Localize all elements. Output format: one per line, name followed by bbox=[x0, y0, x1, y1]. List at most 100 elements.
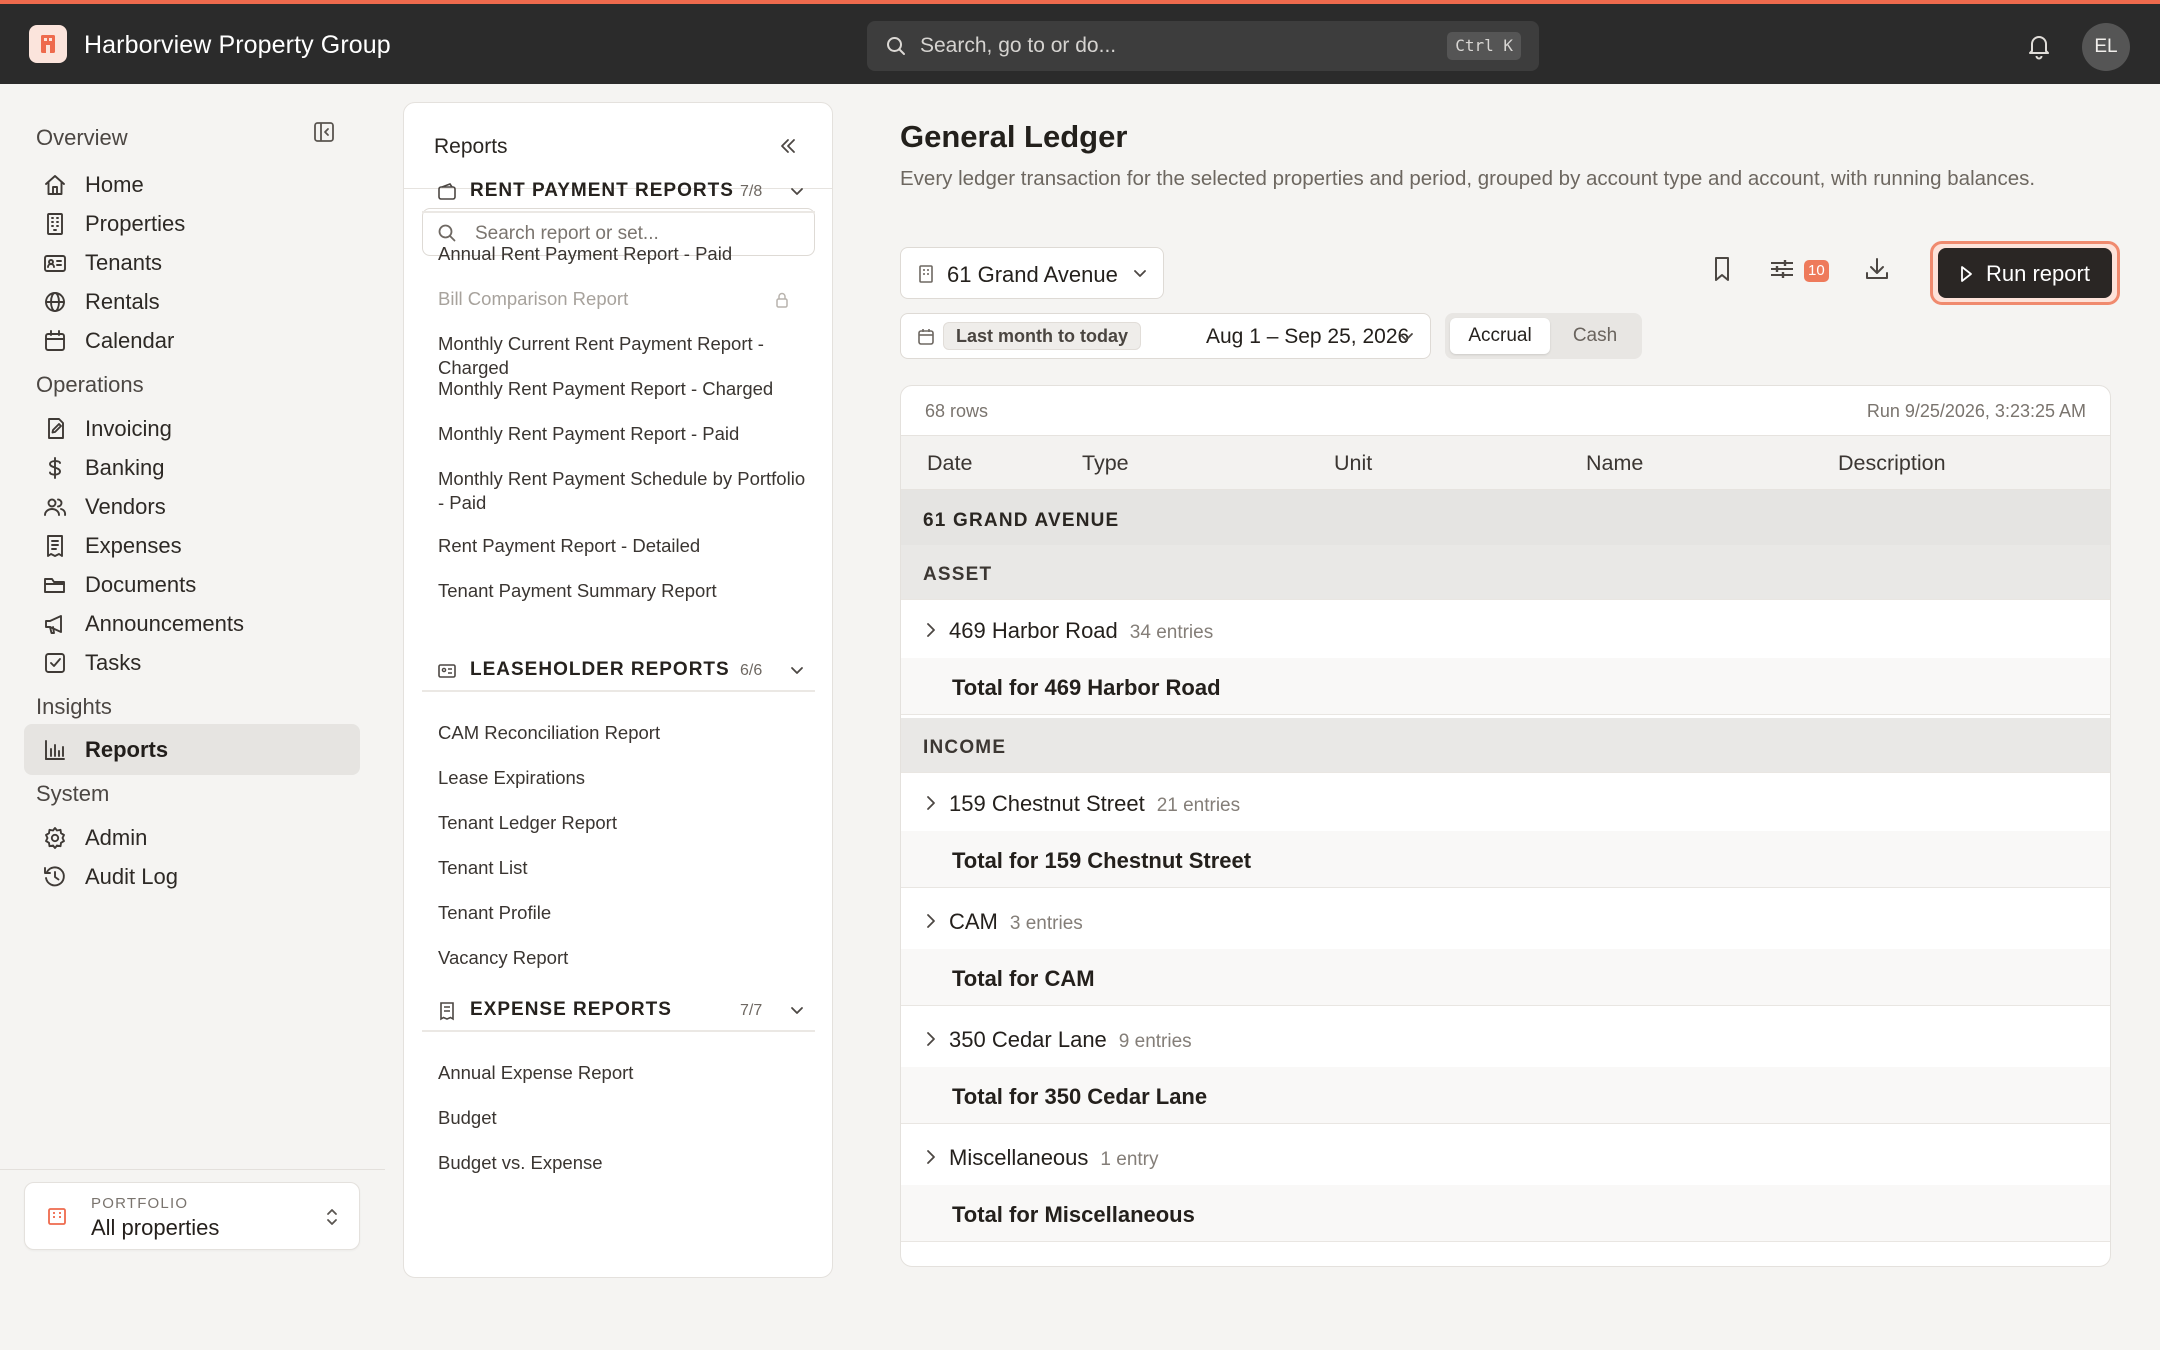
sidebar-item-audit-log[interactable]: Audit Log bbox=[24, 851, 360, 902]
collapse-sidebar-icon[interactable] bbox=[313, 121, 335, 143]
calendar-icon bbox=[917, 328, 935, 346]
column-header-type[interactable]: Type bbox=[1082, 451, 1129, 476]
chevron-right-icon[interactable] bbox=[923, 912, 939, 930]
sidebar-item-label: Properties bbox=[85, 211, 186, 236]
report-list-item[interactable]: Tenant Ledger Report bbox=[438, 811, 808, 835]
collapse-panel-icon[interactable] bbox=[777, 135, 799, 157]
column-header-unit[interactable]: Unit bbox=[1334, 451, 1372, 476]
report-table: 68 rows Run 9/25/2026, 3:23:25 AM Date T… bbox=[900, 385, 2111, 1267]
chevron-right-icon[interactable] bbox=[923, 1030, 939, 1048]
portfolio-value: All properties bbox=[91, 1215, 220, 1240]
brand-logo-icon[interactable] bbox=[29, 25, 67, 63]
property-select-value: 61 Grand Avenue bbox=[947, 262, 1118, 287]
report-group-title: LEASEHOLDER REPORTS bbox=[470, 659, 730, 680]
report-list-item[interactable]: Tenant Payment Summary Report bbox=[438, 579, 808, 603]
report-group-header[interactable]: RENT PAYMENT REPORTS 7/8 bbox=[422, 175, 815, 213]
reports-panel-title: Reports bbox=[434, 135, 508, 158]
report-list-item-label: Budget vs. Expense bbox=[438, 1152, 603, 1173]
report-list-item-label: Bill Comparison Report bbox=[438, 288, 629, 309]
total-row: Total for 350 Cedar Lane bbox=[901, 1067, 2110, 1124]
report-list-item: Bill Comparison Report bbox=[438, 287, 808, 311]
chevron-right-icon[interactable] bbox=[923, 621, 939, 639]
basis-option-accrual[interactable]: Accrual bbox=[1450, 318, 1550, 354]
report-list-item[interactable]: Lease Expirations bbox=[438, 766, 808, 790]
date-range-picker[interactable]: Last month to today Aug 1 – Sep 25, 2026 bbox=[900, 313, 1431, 359]
report-group-header[interactable]: EXPENSE REPORTS 7/7 bbox=[422, 994, 815, 1032]
dollar-icon bbox=[42, 455, 68, 481]
account-name: 350 Cedar Lane bbox=[949, 1027, 1107, 1052]
entry-count: 3 entries bbox=[1009, 913, 1083, 934]
app-title: Harborview Property Group bbox=[84, 31, 391, 59]
globe-icon bbox=[42, 289, 68, 315]
sidebar-item-tasks[interactable]: Tasks bbox=[24, 637, 360, 688]
account-row[interactable]: 469 Harbor Road 34 entries bbox=[901, 600, 2110, 660]
page-description: Every ledger transaction for the selecte… bbox=[900, 167, 2036, 190]
report-list-item[interactable]: CAM Reconciliation Report bbox=[438, 721, 808, 745]
report-list-item[interactable]: Rent Payment Report - Detailed bbox=[438, 534, 808, 558]
report-list-item[interactable]: Annual Expense Report bbox=[438, 1061, 808, 1085]
run-timestamp: Run 9/25/2026, 3:23:25 AM bbox=[1866, 401, 2086, 421]
report-list-item[interactable]: Monthly Rent Payment Schedule by Portfol… bbox=[438, 467, 808, 515]
sidebar-item-reports[interactable]: Reports bbox=[24, 724, 360, 775]
entry-count: 21 entries bbox=[1156, 795, 1241, 816]
sidebar-item-label: Banking bbox=[85, 455, 165, 480]
report-group-title: RENT PAYMENT REPORTS bbox=[470, 180, 734, 201]
chevron-right-icon[interactable] bbox=[923, 1148, 939, 1166]
sidebar-item-label: Rentals bbox=[85, 289, 160, 314]
user-avatar[interactable]: EL bbox=[2082, 23, 2130, 71]
basis-option-cash[interactable]: Cash bbox=[1553, 318, 1637, 354]
account-row[interactable]: 159 Chestnut Street 21 entries bbox=[901, 773, 2110, 833]
report-list-item-label: Budget bbox=[438, 1107, 497, 1128]
entry-count: 9 entries bbox=[1118, 1031, 1192, 1052]
sidebar-item-label: Calendar bbox=[85, 328, 175, 353]
report-list-item[interactable]: Monthly Current Rent Payment Report - Ch… bbox=[438, 332, 808, 380]
column-header-description[interactable]: Description bbox=[1838, 451, 1946, 476]
report-list-item[interactable]: Budget vs. Expense bbox=[438, 1151, 808, 1175]
sidebar-item-calendar[interactable]: Calendar bbox=[24, 315, 360, 366]
chevron-down-icon bbox=[1397, 330, 1415, 344]
account-row[interactable]: Miscellaneous 1 entry bbox=[901, 1127, 2110, 1187]
sidebar-divider bbox=[0, 1169, 385, 1170]
search-placeholder: Search, go to or do... bbox=[920, 34, 1117, 57]
global-search-input[interactable]: Search, go to or do... Ctrl K bbox=[867, 21, 1539, 71]
report-group-header[interactable]: LEASEHOLDER REPORTS 6/6 bbox=[422, 654, 815, 692]
report-list-item[interactable]: Tenant Profile bbox=[438, 901, 808, 925]
download-icon[interactable] bbox=[1861, 252, 1893, 286]
total-row: Total for CAM bbox=[901, 949, 2110, 1006]
id-card-icon bbox=[42, 250, 68, 276]
row-label: Total for 159 Chestnut Street bbox=[952, 848, 1252, 873]
history-icon bbox=[42, 864, 68, 890]
report-list-item[interactable]: Vacancy Report bbox=[438, 946, 808, 970]
report-list-item-label: Lease Expirations bbox=[438, 767, 586, 788]
report-list-item[interactable]: Monthly Rent Payment Report - Paid bbox=[438, 422, 808, 446]
receipt-icon bbox=[42, 533, 68, 559]
report-list-item-label: Tenant List bbox=[438, 857, 528, 878]
bookmark-icon[interactable] bbox=[1707, 252, 1737, 286]
report-list-item[interactable]: Tenant List bbox=[438, 856, 808, 880]
report-list-item[interactable]: Monthly Rent Payment Report - Charged bbox=[438, 377, 808, 401]
portfolio-switcher[interactable]: PORTFOLIO All properties bbox=[24, 1182, 360, 1250]
sidebar-item-label: Tenants bbox=[85, 250, 163, 275]
row-label: Total for 469 Harbor Road bbox=[952, 675, 1221, 700]
account-row[interactable]: CAM 3 entries bbox=[901, 891, 2110, 951]
filter-sliders-icon[interactable] bbox=[1765, 252, 1799, 286]
report-group-count: 7/8 bbox=[740, 183, 763, 200]
checkbox-icon bbox=[42, 650, 68, 676]
account-row[interactable]: 350 Cedar Lane 9 entries bbox=[901, 1009, 2110, 1069]
sidebar-item-label: Admin bbox=[85, 825, 148, 850]
report-list-item[interactable]: Annual Rent Payment Report - Paid bbox=[438, 242, 808, 266]
date-preset-chip[interactable]: Last month to today bbox=[943, 322, 1141, 350]
property-group-row: 61 GRAND AVENUE bbox=[901, 490, 2110, 546]
column-header-date[interactable]: Date bbox=[927, 451, 972, 476]
users-icon bbox=[42, 494, 68, 520]
bell-icon[interactable] bbox=[2025, 32, 2053, 60]
run-report-button[interactable]: Run report bbox=[1938, 248, 2112, 298]
nav-section-title: Operations bbox=[36, 372, 144, 397]
column-header-name[interactable]: Name bbox=[1586, 451, 1643, 476]
chevron-right-icon[interactable] bbox=[923, 794, 939, 812]
reports-panel: Reports Search report or set... RENT PAY… bbox=[403, 102, 833, 1278]
property-select[interactable]: 61 Grand Avenue bbox=[900, 247, 1164, 299]
report-list-item-label: Monthly Rent Payment Report - Charged bbox=[438, 378, 774, 399]
row-label: ASSET bbox=[923, 564, 993, 585]
report-list-item[interactable]: Budget bbox=[438, 1106, 808, 1130]
